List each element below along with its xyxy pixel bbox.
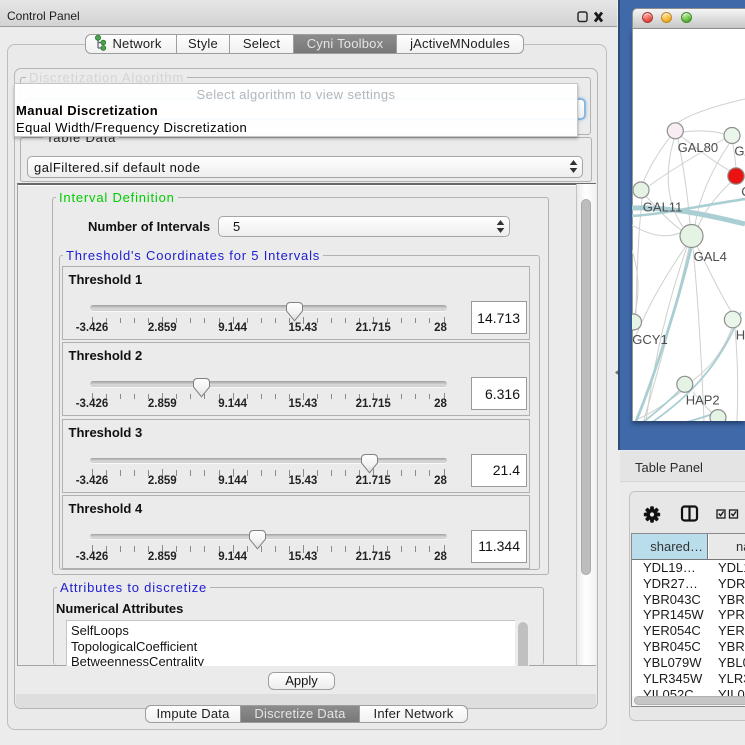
svg-text:GAL: GAL — [734, 143, 745, 158]
svg-text:CR: CR — [741, 184, 745, 199]
svg-text:GAL11: GAL11 — [643, 200, 683, 215]
svg-text:GAL4: GAL4 — [694, 249, 727, 264]
svg-text:HAP2: HAP2 — [686, 392, 720, 407]
svg-text:GAL80: GAL80 — [678, 140, 718, 155]
svg-text:HA: HA — [736, 328, 745, 343]
svg-text:GCY1: GCY1 — [632, 332, 667, 347]
